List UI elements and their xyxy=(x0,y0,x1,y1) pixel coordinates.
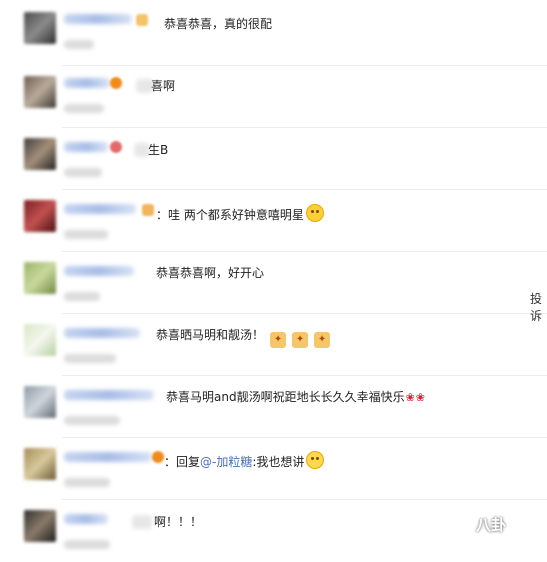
username-blurred[interactable] xyxy=(64,452,152,462)
comment-text: 恭喜晒马明和靓汤！ ✦ ✦ ✦ xyxy=(156,327,331,348)
username-blurred[interactable] xyxy=(64,204,136,214)
avatar[interactable] xyxy=(24,12,56,44)
comment-row: 恭喜恭喜，真的很配 xyxy=(0,4,547,66)
vip-badge-icon xyxy=(142,204,154,216)
username-blurred[interactable] xyxy=(64,142,108,152)
comment-prefix: ： xyxy=(156,208,169,222)
timestamp-blurred xyxy=(64,104,104,113)
report-link[interactable]: 投诉 xyxy=(530,290,547,324)
heart-badge-icon xyxy=(110,141,122,153)
comment-body: 恭喜马明and靓汤啊祝距地长长久久幸福快乐 xyxy=(166,390,405,404)
laughing-face-icon xyxy=(306,451,325,469)
avatar[interactable] xyxy=(24,510,56,542)
reply-label: 回复 xyxy=(176,455,201,469)
comment-feed: 恭喜恭喜，真的很配 喜啊 生B ：哇 两个都系好钟意嘻明星 恭喜恭喜啊，好开心 … xyxy=(0,0,547,557)
timestamp-blurred xyxy=(64,354,116,363)
comment-row: ：哇 两个都系好钟意嘻明星 xyxy=(0,190,547,252)
comment-row: 恭喜晒马明和靓汤！ ✦ ✦ ✦ xyxy=(0,314,547,376)
timestamp-blurred xyxy=(64,478,110,487)
comment-row: ：回复@-加粒糖:我也想讲 xyxy=(0,438,547,500)
avatar[interactable] xyxy=(24,138,56,170)
comment-body: :我也想讲 xyxy=(252,455,305,469)
timestamp-blurred xyxy=(64,416,120,425)
avatar[interactable] xyxy=(24,76,56,108)
timestamp-blurred xyxy=(64,540,110,549)
mention-link[interactable]: @-加粒糖 xyxy=(200,455,252,469)
username-blurred[interactable] xyxy=(64,514,108,524)
username-blurred[interactable] xyxy=(64,328,140,338)
heart-badge-icon xyxy=(110,77,122,89)
timestamp-blurred xyxy=(64,230,108,239)
avatar[interactable] xyxy=(24,448,56,480)
comment-body: 恭喜晒马明和靓汤！ xyxy=(156,328,265,342)
flushed-face-icon xyxy=(305,204,324,222)
rose-icon: ❀ xyxy=(415,391,426,404)
redacted-text xyxy=(132,515,152,529)
comment-text: ：哇 两个都系好钟意嘻明星 xyxy=(156,204,324,223)
celebration-sticker-icon: ✦ xyxy=(314,332,331,348)
avatar[interactable] xyxy=(24,200,56,232)
comment-text: 恭喜恭喜啊，好开心 xyxy=(156,266,265,280)
avatar[interactable] xyxy=(24,262,56,294)
username-blurred[interactable] xyxy=(64,390,154,400)
comment-text: 啊！！！ xyxy=(154,515,203,529)
rose-icon: ❀ xyxy=(405,391,415,404)
username-blurred[interactable] xyxy=(64,266,134,276)
watermark-logo: 八卦 xyxy=(476,516,507,534)
timestamp-blurred xyxy=(64,292,100,301)
comment-row: 喜啊 xyxy=(0,66,547,128)
timestamp-blurred xyxy=(64,40,94,49)
comment-row: 恭喜马明and靓汤啊祝距地长长久久幸福快乐❀❀ xyxy=(0,376,547,438)
comment-text: 生B xyxy=(148,143,169,157)
comment-text: 恭喜恭喜，真的很配 xyxy=(164,17,273,31)
comment-text: ：回复@-加粒糖:我也想讲 xyxy=(164,451,325,470)
comment-prefix: ： xyxy=(164,455,177,469)
vip-badge-icon xyxy=(136,14,148,26)
username-blurred[interactable] xyxy=(64,78,110,88)
avatar[interactable] xyxy=(24,386,56,418)
celebration-sticker-icon: ✦ xyxy=(270,332,287,348)
comment-text: 恭喜马明and靓汤啊祝距地长长久久幸福快乐❀❀ xyxy=(166,389,425,406)
comment-text: 喜啊 xyxy=(151,79,176,93)
comment-row: 生B xyxy=(0,128,547,190)
heart-badge-icon xyxy=(152,451,164,463)
comment-row: 啊！！！ xyxy=(0,500,547,562)
comment-body: 哇 两个都系好钟意嘻明星 xyxy=(168,208,304,222)
comment-row: 恭喜恭喜啊，好开心 xyxy=(0,252,547,314)
celebration-sticker-icon: ✦ xyxy=(292,332,309,348)
timestamp-blurred xyxy=(64,168,102,177)
username-blurred[interactable] xyxy=(64,14,132,24)
avatar[interactable] xyxy=(24,324,56,356)
